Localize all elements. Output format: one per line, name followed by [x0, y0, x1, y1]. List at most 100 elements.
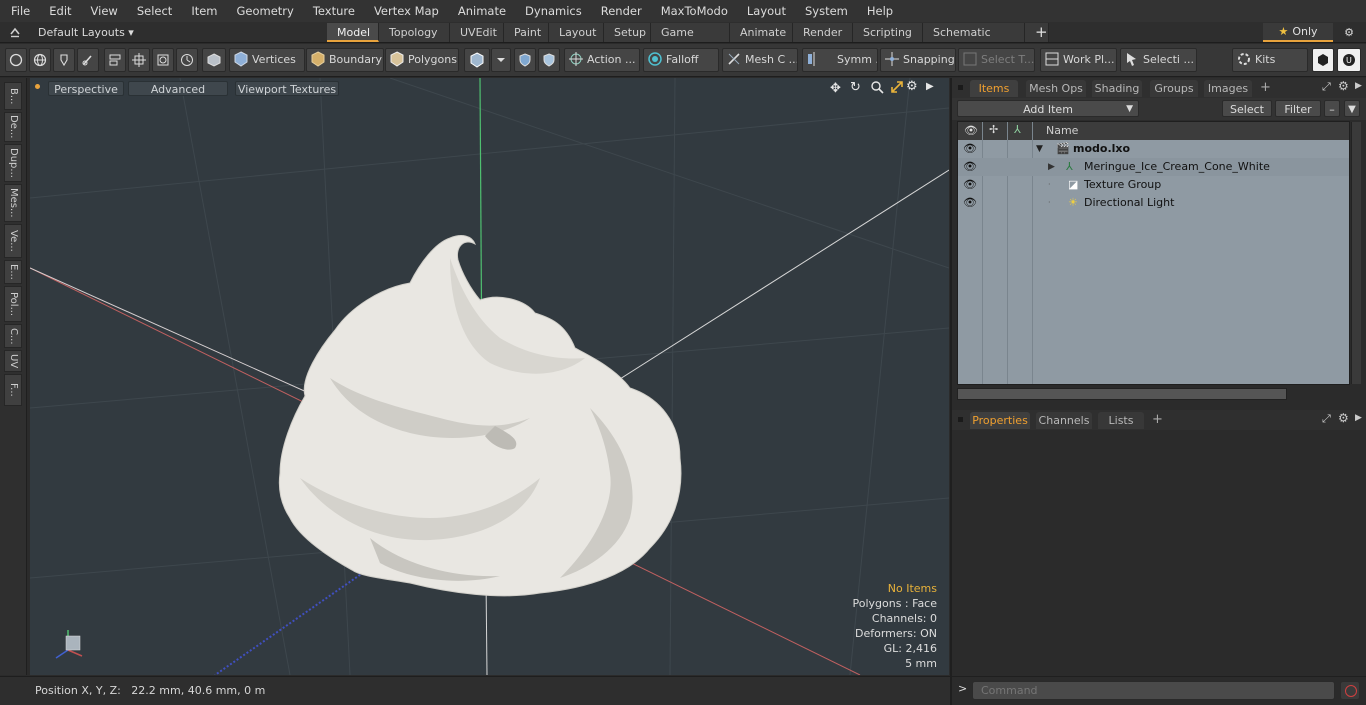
tab-layout[interactable]: Layout — [549, 23, 604, 42]
panel-menu-dot-icon[interactable] — [958, 417, 963, 422]
menu-layout[interactable]: Layout — [736, 0, 794, 22]
filter-button[interactable]: Filter — [1275, 100, 1321, 117]
menu-system[interactable]: System — [794, 0, 856, 22]
viewport-menu-dot-icon[interactable] — [35, 84, 40, 89]
pen-icon[interactable] — [53, 48, 75, 72]
left-tab-vertex[interactable]: Ve... — [4, 224, 22, 258]
pan-icon[interactable]: ✥ — [830, 81, 841, 96]
tab-lists[interactable]: Lists — [1098, 412, 1144, 429]
select-mode-icon[interactable] — [5, 48, 27, 72]
expand-panel-icon[interactable]: ⤢ — [1322, 412, 1331, 426]
layout-collapse-icon[interactable] — [8, 25, 22, 39]
visibility-eye-icon[interactable]: 👁 — [963, 194, 977, 212]
visibility-eye-icon[interactable]: 👁 — [963, 176, 977, 194]
layout-selector[interactable]: Default Layouts ▾ — [38, 22, 134, 43]
falloff-button[interactable]: Falloff — [643, 48, 719, 72]
tab-schematic-fusion[interactable]: Schematic Fusion — [923, 23, 1025, 58]
select-through-button[interactable]: Select T... — [958, 48, 1035, 72]
item-row-meringue[interactable]: 👁 ▶ ⅄ Meringue_Ice_Cream_Cone_White — [958, 158, 1349, 176]
tab-groups[interactable]: Groups — [1150, 80, 1198, 97]
left-tab-basic[interactable]: B... — [4, 82, 22, 110]
left-tab-mesh-edit[interactable]: Mes... — [4, 184, 22, 222]
brush-icon[interactable] — [77, 48, 99, 72]
left-tab-polygon[interactable]: Pol... — [4, 286, 22, 322]
visibility-eye-icon[interactable]: 👁 — [963, 140, 977, 158]
left-tab-deform[interactable]: De... — [4, 112, 22, 142]
tab-animate[interactable]: Animate — [730, 23, 793, 42]
list-options-icon[interactable]: – — [1324, 100, 1340, 117]
play-arrow-icon[interactable]: ▶ — [926, 81, 934, 92]
add-panel-tab-button[interactable]: + — [1152, 412, 1163, 427]
vertices-button[interactable]: Vertices — [229, 48, 305, 72]
menu-texture[interactable]: Texture — [302, 0, 363, 22]
tab-model[interactable]: Model — [327, 23, 379, 42]
kits-button[interactable]: Kits — [1232, 48, 1308, 72]
collapse-arrow-icon[interactable]: ▼ — [1036, 140, 1043, 158]
item-mode-icon[interactable] — [202, 48, 226, 72]
menu-render[interactable]: Render — [590, 0, 650, 22]
panel-gear-icon[interactable]: ⚙ — [1338, 411, 1349, 425]
timer-icon[interactable] — [176, 48, 198, 72]
tab-game-tools[interactable]: Game Tools — [651, 23, 730, 58]
tab-properties[interactable]: Properties — [970, 412, 1030, 429]
menu-select[interactable]: Select — [126, 0, 180, 22]
menu-file[interactable]: File — [0, 0, 38, 22]
filter-funnel-icon[interactable]: ▼ — [1344, 100, 1360, 117]
menu-help[interactable]: Help — [856, 0, 901, 22]
polygons-button[interactable]: Polygons — [385, 48, 459, 72]
menu-maxtomodo[interactable]: MaxToModo — [650, 0, 736, 22]
work-plane-button[interactable]: Work Pl... — [1040, 48, 1117, 72]
align-icon[interactable] — [104, 48, 126, 72]
tab-scripting[interactable]: Scripting — [853, 23, 923, 42]
tab-items[interactable]: Items — [970, 80, 1018, 97]
chevron-down-icon[interactable] — [491, 48, 511, 72]
perspective-button[interactable]: Perspective — [48, 81, 124, 96]
menu-geometry[interactable]: Geometry — [226, 0, 302, 22]
menu-dynamics[interactable]: Dynamics — [514, 0, 590, 22]
symmetry-button[interactable]: Symm ... — [802, 48, 878, 72]
only-toggle[interactable]: ★ Only — [1263, 23, 1333, 42]
items-horizontal-scrollbar[interactable] — [957, 388, 1287, 400]
tab-setup[interactable]: Setup — [604, 23, 651, 42]
action-center-button[interactable]: Action ... — [564, 48, 640, 72]
transform-icon[interactable] — [128, 48, 150, 72]
item-row-texture-group[interactable]: 👁 · ◪ Texture Group — [958, 176, 1349, 194]
tab-mesh-ops[interactable]: Mesh Ops — [1026, 80, 1086, 97]
menu-vertex-map[interactable]: Vertex Map — [363, 0, 447, 22]
3d-viewport[interactable]: Perspective Advanced Viewport Textures ✥… — [30, 78, 949, 675]
expand-panel-icon[interactable]: ⤢ — [1322, 80, 1331, 94]
left-tab-duplicate[interactable]: Dup... — [4, 144, 22, 182]
tab-shading[interactable]: Shading — [1092, 80, 1142, 97]
shield-icon[interactable] — [514, 48, 536, 72]
visibility-eye-icon[interactable]: 👁 — [963, 158, 977, 176]
material-mode-icon[interactable] — [464, 48, 490, 72]
mesh-constraint-button[interactable]: Mesh C ... — [722, 48, 798, 72]
panel-menu-dot-icon[interactable] — [958, 85, 963, 90]
tab-uvedit[interactable]: UVEdit — [450, 23, 504, 42]
globe-icon[interactable] — [29, 48, 51, 72]
add-tab-button[interactable]: + — [1025, 23, 1049, 42]
selection-sets-button[interactable]: Selecti ... — [1120, 48, 1197, 72]
panel-arrow-icon[interactable]: ▶ — [1355, 413, 1362, 423]
advanced-button[interactable]: Advanced — [128, 81, 228, 96]
tab-topology[interactable]: Topology — [379, 23, 450, 42]
menu-item[interactable]: Item — [180, 0, 225, 22]
scene-row-modo-lxo[interactable]: 👁 ▼ 🎬 modo.lxo — [958, 140, 1349, 158]
left-tab-uv[interactable]: UV — [4, 350, 22, 372]
snap-box-icon[interactable] — [152, 48, 174, 72]
left-tab-curve[interactable]: C... — [4, 324, 22, 348]
menu-animate[interactable]: Animate — [447, 0, 514, 22]
panel-gear-icon[interactable]: ⚙ — [1338, 79, 1349, 93]
record-macro-icon[interactable] — [1340, 681, 1360, 700]
items-vertical-scrollbar[interactable] — [1351, 122, 1361, 384]
expand-arrow-icon[interactable]: ▶ — [1048, 158, 1055, 176]
gear-icon[interactable]: ⚙ — [1340, 24, 1358, 41]
boundary-button[interactable]: Boundary — [306, 48, 384, 72]
tab-render[interactable]: Render — [793, 23, 853, 42]
name-column-header[interactable]: Name — [1046, 124, 1078, 137]
menu-edit[interactable]: Edit — [38, 0, 79, 22]
shield-alt-icon[interactable] — [538, 48, 560, 72]
unreal-icon[interactable]: U — [1337, 48, 1361, 72]
viewport-textures-button[interactable]: Viewport Textures — [235, 81, 339, 96]
tab-images[interactable]: Images — [1204, 80, 1252, 97]
